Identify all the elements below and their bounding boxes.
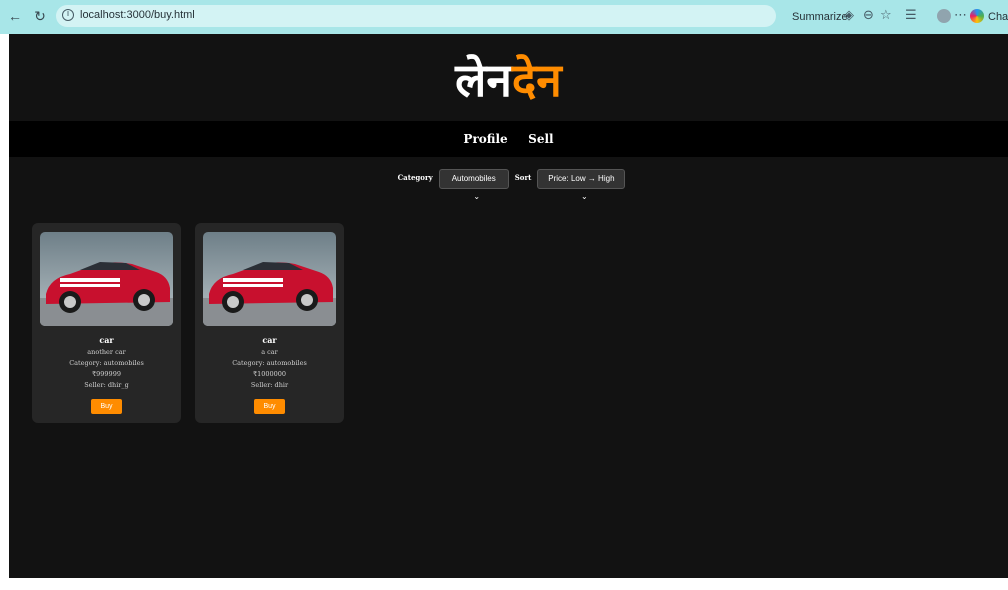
more-icon[interactable]: ⋯ bbox=[954, 9, 967, 23]
info-icon[interactable]: i bbox=[62, 9, 74, 21]
category-label: Category bbox=[397, 173, 433, 182]
product-price: ₹999999 bbox=[92, 370, 121, 378]
nav-sell-link[interactable]: Sell bbox=[528, 121, 553, 157]
product-category: Category: automobiles bbox=[232, 359, 307, 367]
logo-part-1: लेन bbox=[455, 53, 512, 107]
chevron-down-icon: ⌄ bbox=[581, 192, 588, 201]
main-nav: Profile Sell bbox=[9, 121, 1008, 157]
nav-profile-link[interactable]: Profile bbox=[463, 121, 507, 157]
product-image bbox=[40, 232, 173, 326]
favorites-icon[interactable]: ☰ bbox=[905, 9, 917, 23]
copilot-icon[interactable] bbox=[970, 9, 984, 23]
filter-bar: Category Automobiles ⌄ Sort Price: Low → … bbox=[9, 169, 1008, 201]
browser-toolbar: ← ↻ i localhost:3000/buy.html Summarize … bbox=[0, 0, 1008, 34]
chat-button[interactable]: Chat bbox=[988, 11, 1008, 23]
product-card: car a car Category: automobiles ₹1000000… bbox=[195, 223, 344, 423]
product-seller: Seller: dhir_g bbox=[84, 381, 129, 389]
product-card: car another car Category: automobiles ₹9… bbox=[32, 223, 181, 423]
product-seller: Seller: dhir bbox=[250, 381, 289, 389]
address-bar[interactable]: i localhost:3000/buy.html bbox=[56, 5, 776, 27]
url-text: localhost:3000/buy.html bbox=[80, 9, 195, 21]
product-title: car bbox=[262, 335, 277, 345]
product-description: a car bbox=[261, 348, 278, 356]
product-category: Category: automobiles bbox=[69, 359, 144, 367]
sort-select[interactable]: Price: Low → High ⌄ bbox=[537, 169, 626, 201]
zoom-icon[interactable]: ⊖ bbox=[863, 9, 874, 23]
buy-button[interactable]: Buy bbox=[91, 399, 122, 414]
product-image bbox=[203, 232, 336, 326]
summarize-button[interactable]: Summarize bbox=[792, 11, 848, 23]
window-bottom-edge bbox=[0, 578, 1008, 590]
product-price: ₹1000000 bbox=[252, 370, 287, 378]
logo-part-2: देन bbox=[511, 53, 562, 107]
site-logo[interactable]: लेनदेन bbox=[9, 52, 1008, 108]
buy-button[interactable]: Buy bbox=[254, 399, 285, 414]
product-title: car bbox=[99, 335, 114, 345]
sort-label: Sort bbox=[514, 173, 532, 182]
favorite-icon[interactable]: ☆ bbox=[880, 9, 892, 23]
reload-icon[interactable]: ↻ bbox=[33, 9, 47, 23]
category-select[interactable]: Automobiles ⌄ bbox=[438, 169, 509, 201]
chevron-down-icon: ⌄ bbox=[473, 192, 481, 201]
profile-icon[interactable] bbox=[937, 9, 951, 23]
summarize-icon[interactable]: ◈ bbox=[844, 9, 854, 23]
sort-select-value: Price: Low → High bbox=[548, 174, 615, 183]
back-icon[interactable]: ← bbox=[8, 9, 22, 23]
app-viewport: लेनदेन Profile Sell Category Automobiles… bbox=[9, 34, 1008, 578]
product-description: another car bbox=[87, 348, 126, 356]
category-select-value: Automobiles bbox=[451, 174, 496, 183]
